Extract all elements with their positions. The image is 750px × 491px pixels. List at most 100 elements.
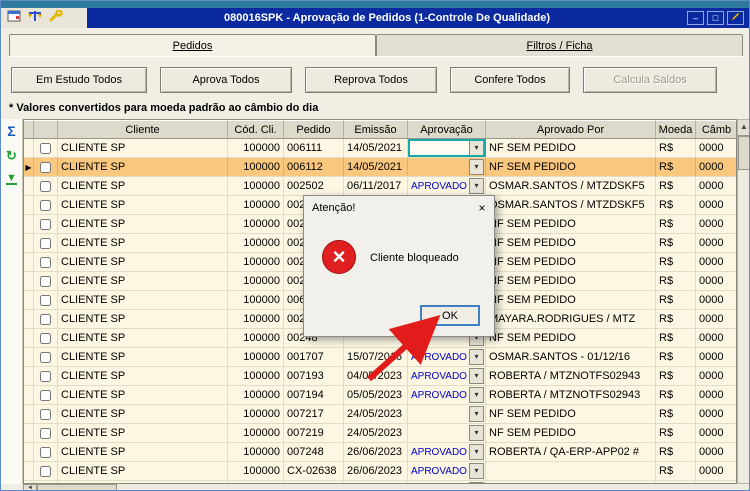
dropdown-button[interactable]: ▾ <box>469 425 484 441</box>
table-row[interactable]: ▶CLIENTE SP10000000611214/05/2021▾NF SEM… <box>24 158 736 177</box>
row-indicator-icon <box>24 177 34 195</box>
row-indicator-icon <box>24 443 34 461</box>
table-row[interactable]: CLIENTE SP10000000724826/06/2023APROVADO… <box>24 443 736 462</box>
table-row[interactable]: CLIENTE SP10000000170715/07/2016APROVADO… <box>24 348 736 367</box>
row-checkbox[interactable] <box>40 257 51 268</box>
cell-emissao: 14/05/2021 <box>344 139 408 157</box>
cell-camb: 0000 <box>696 310 737 328</box>
row-checkbox[interactable] <box>40 409 51 420</box>
table-row[interactable]: CLIENTE SP100000CX-0263826/06/2023APROVA… <box>24 462 736 481</box>
cell-aprovado-por: NF SEM PEDIDO <box>486 405 656 423</box>
row-checkbox[interactable] <box>40 371 51 382</box>
cell-cliente: CLIENTE SP <box>58 158 228 176</box>
column-header-cod-cli[interactable]: Cód. Cli. <box>228 120 284 138</box>
dropdown-button[interactable]: ▾ <box>469 140 484 156</box>
cell-moeda: R$ <box>656 405 696 423</box>
row-checkbox[interactable] <box>40 295 51 306</box>
row-indicator-icon <box>24 405 34 423</box>
download-icon[interactable]: ▼ <box>6 173 17 185</box>
row-indicator-icon <box>24 367 34 385</box>
column-header-aprovacao[interactable]: Aprovação <box>408 120 486 138</box>
cell-aprovacao: ▾ <box>408 405 486 423</box>
cell-aprovado-por: ROBERTA / MTZNOTFS02943 <box>486 386 656 404</box>
table-row[interactable]: CLIENTE SP10000000721724/05/2023▾NF SEM … <box>24 405 736 424</box>
dropdown-button[interactable]: ▾ <box>469 463 484 479</box>
dialog-close-button[interactable]: × <box>474 201 490 216</box>
wrench-icon[interactable] <box>49 9 63 27</box>
cell-camb: 0000 <box>696 139 737 157</box>
table-row[interactable]: CLIENTE SP10000000611114/05/2021▾NF SEM … <box>24 139 736 158</box>
cell-cliente: CLIENTE SP <box>58 443 228 461</box>
cell-aprovacao: APROVADO▾ <box>408 367 486 385</box>
row-checkbox[interactable] <box>40 238 51 249</box>
row-checkbox[interactable] <box>40 162 51 173</box>
column-header-cliente[interactable]: Cliente <box>58 120 228 138</box>
row-checkbox[interactable] <box>40 143 51 154</box>
confere-todos-button[interactable]: Confere Todos <box>450 67 570 93</box>
cell-cliente: CLIENTE SP <box>58 139 228 157</box>
tab-filtros-ficha[interactable]: Filtros / Ficha <box>376 34 743 56</box>
aprova-todos-button[interactable]: Aprova Todos <box>160 67 292 93</box>
dropdown-button[interactable]: ▾ <box>469 159 484 175</box>
em-estudo-todos-button[interactable]: Em Estudo Todos <box>11 67 147 93</box>
row-checkbox[interactable] <box>40 219 51 230</box>
refresh-icon[interactable]: ↻ <box>6 148 17 164</box>
scales-icon[interactable] <box>28 9 42 27</box>
dropdown-button[interactable]: ▾ <box>469 387 484 403</box>
reprova-todos-button[interactable]: Reprova Todos <box>305 67 437 93</box>
row-checkbox[interactable] <box>40 352 51 363</box>
minimize-button[interactable]: – <box>687 11 704 25</box>
column-header-camb[interactable]: Câmb <box>696 120 737 138</box>
window-icon[interactable] <box>7 9 21 27</box>
column-header-emissao[interactable]: Emissão <box>344 120 408 138</box>
vertical-scrollbar[interactable]: ▲ <box>737 119 750 484</box>
cell-camb: 0000 <box>696 462 737 480</box>
edit-button[interactable] <box>727 11 744 25</box>
ok-button[interactable]: OK <box>420 305 480 326</box>
cell-aprovado-por: NF SEM PEDIDO <box>486 272 656 290</box>
row-indicator-icon <box>24 234 34 252</box>
column-header-moeda[interactable]: Moeda <box>656 120 696 138</box>
cell-aprovacao: ▾ <box>408 139 486 157</box>
table-row[interactable]: CLIENTE SP10000000250206/11/2017APROVADO… <box>24 177 736 196</box>
row-checkbox[interactable] <box>40 428 51 439</box>
scroll-up-icon[interactable]: ▲ <box>738 120 750 136</box>
dropdown-button[interactable]: ▾ <box>469 349 484 365</box>
cell-cod-cli: 100000 <box>228 386 284 404</box>
cell-cod-cli: 100000 <box>228 310 284 328</box>
row-indicator-icon: ▶ <box>24 158 34 176</box>
row-checkbox[interactable] <box>40 314 51 325</box>
row-indicator-icon <box>24 348 34 366</box>
scroll-left-icon[interactable]: ◄ <box>23 484 37 491</box>
cell-cliente: CLIENTE SP <box>58 348 228 366</box>
dropdown-button[interactable]: ▾ <box>469 406 484 422</box>
dropdown-button[interactable]: ▾ <box>469 368 484 384</box>
table-row[interactable]: CLIENTE SP10000000721924/05/2023▾NF SEM … <box>24 424 736 443</box>
cell-aprovado-por: MAYARA.RODRIGUES / MTZ <box>486 310 656 328</box>
cell-cliente: CLIENTE SP <box>58 424 228 442</box>
row-checkbox[interactable] <box>40 200 51 211</box>
row-select-cell <box>34 158 58 176</box>
sigma-icon[interactable]: Σ <box>7 123 15 139</box>
maximize-button[interactable]: □ <box>707 11 724 25</box>
dialog-message: Cliente bloqueado <box>370 252 459 264</box>
row-checkbox[interactable] <box>40 333 51 344</box>
vertical-scroll-thumb[interactable] <box>738 136 750 170</box>
dialog-title: Atenção! <box>312 202 474 214</box>
column-header-pedido[interactable]: Pedido <box>284 120 344 138</box>
table-row[interactable]: CLIENTE SP10000000719304/05/2023APROVADO… <box>24 367 736 386</box>
horizontal-scroll-thumb[interactable] <box>37 484 117 491</box>
cell-aprovado-por: NF SEM PEDIDO <box>486 424 656 442</box>
cell-cliente: CLIENTE SP <box>58 310 228 328</box>
horizontal-scrollbar[interactable]: ◄ <box>23 484 737 491</box>
table-row[interactable]: CLIENTE SP10000000719405/05/2023APROVADO… <box>24 386 736 405</box>
row-checkbox[interactable] <box>40 466 51 477</box>
row-checkbox[interactable] <box>40 181 51 192</box>
column-header-aprovado-por[interactable]: Aprovado Por <box>486 120 656 138</box>
row-checkbox[interactable] <box>40 390 51 401</box>
tab-pedidos[interactable]: Pedidos <box>9 34 376 56</box>
dropdown-button[interactable]: ▾ <box>469 444 484 460</box>
row-checkbox[interactable] <box>40 276 51 287</box>
dropdown-button[interactable]: ▾ <box>469 178 484 194</box>
row-checkbox[interactable] <box>40 447 51 458</box>
